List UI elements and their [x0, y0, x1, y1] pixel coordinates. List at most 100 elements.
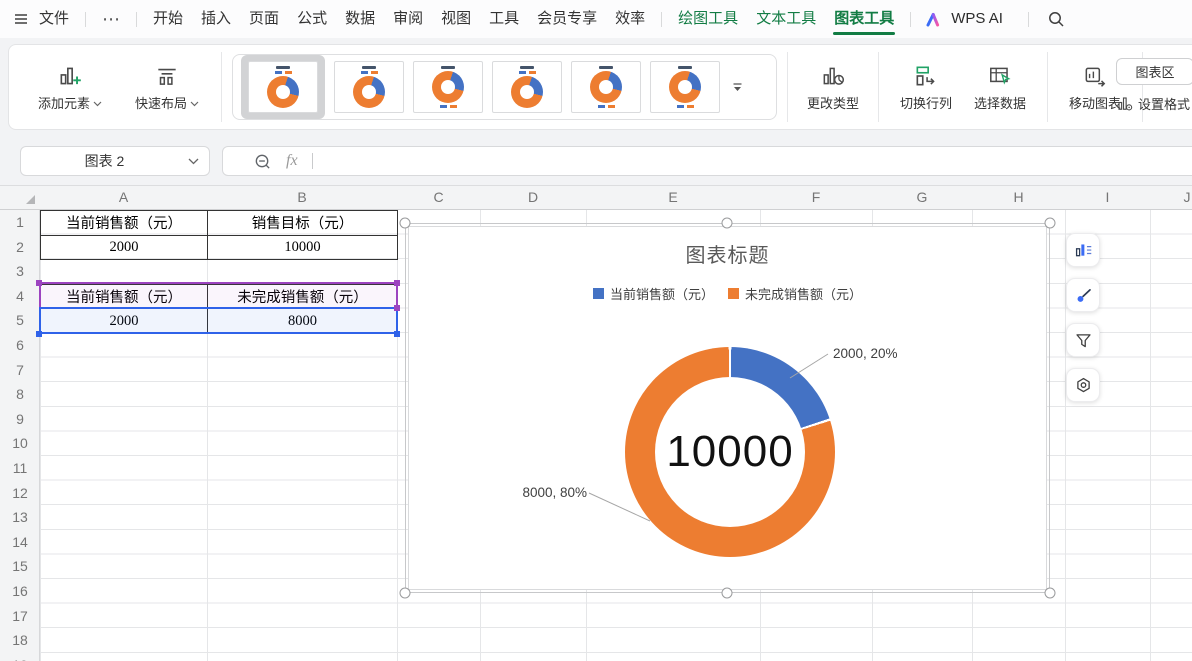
chart-style-4[interactable]: [492, 61, 562, 113]
range-handle[interactable]: [36, 331, 42, 337]
menu-tools[interactable]: 工具: [489, 0, 519, 38]
resize-handle-top-right[interactable]: [1045, 218, 1056, 229]
data-label-orange[interactable]: 8000, 80%: [509, 485, 587, 500]
column-header-a[interactable]: A: [40, 185, 207, 210]
add-element-button[interactable]: 添加元素: [29, 63, 111, 112]
chevron-down-icon: [190, 101, 199, 107]
column-header-h[interactable]: H: [972, 185, 1065, 210]
tab-drawing-tools[interactable]: 绘图工具: [678, 0, 738, 38]
row-header-9[interactable]: 9: [0, 407, 40, 432]
chart-element-select[interactable]: 图表区: [1116, 58, 1192, 85]
chart-title[interactable]: 图表标题: [409, 239, 1046, 268]
row-header-19[interactable]: 19: [0, 653, 40, 661]
name-box[interactable]: 图表 2: [20, 146, 210, 176]
cell-b1[interactable]: 销售目标（元）: [208, 211, 398, 236]
set-format-button[interactable]: 设置格式: [1116, 94, 1192, 113]
column-header-d[interactable]: D: [480, 185, 586, 210]
resize-handle-bottom-right[interactable]: [1045, 588, 1056, 599]
range-handle[interactable]: [394, 280, 400, 286]
legend-item[interactable]: 未完成销售额（元）: [728, 284, 862, 303]
menu-efficiency[interactable]: 效率: [615, 0, 645, 38]
resize-handle-top-mid[interactable]: [722, 218, 733, 229]
row-header-8[interactable]: 8: [0, 382, 40, 407]
row-header-6[interactable]: 6: [0, 333, 40, 358]
column-header-b[interactable]: B: [207, 185, 397, 210]
data-label-blue[interactable]: 2000, 20%: [833, 346, 898, 361]
cell-a1[interactable]: 当前销售额（元）: [41, 211, 208, 236]
wps-ai-button[interactable]: WPS AI: [925, 0, 1003, 38]
chart-style-thumb-selected[interactable]: [241, 55, 325, 119]
search-icon[interactable]: [1046, 9, 1066, 29]
cell-b2[interactable]: 10000: [208, 236, 398, 261]
funnel-icon: [1074, 331, 1093, 350]
formula-input[interactable]: fx: [222, 146, 1192, 176]
resize-handle-bottom-mid[interactable]: [722, 588, 733, 599]
donut-center-value[interactable]: 10000: [666, 427, 793, 477]
row-header-17[interactable]: 17: [0, 604, 40, 629]
tab-text-tools[interactable]: 文本工具: [756, 0, 816, 38]
chart-elements-button[interactable]: [1066, 233, 1100, 267]
chart-style-6[interactable]: [650, 61, 720, 113]
change-type-button[interactable]: 更改类型: [798, 63, 868, 112]
chart-filter-button[interactable]: [1066, 323, 1100, 357]
resize-handle-bottom-left[interactable]: [400, 588, 411, 599]
spreadsheet-grid[interactable]: A B C D E F G H I J 1 2 3 4 5 6 7 8 9 10…: [0, 185, 1192, 661]
gallery-expand-button[interactable]: [731, 81, 744, 94]
hamburger-menu-icon[interactable]: [12, 10, 30, 28]
chart-style-button[interactable]: [1066, 278, 1100, 312]
column-header-f[interactable]: F: [760, 185, 872, 210]
divider: [878, 52, 879, 122]
range-handle[interactable]: [394, 305, 400, 311]
chart-style-2[interactable]: [334, 61, 404, 113]
row-header-4[interactable]: 4: [0, 284, 40, 309]
switch-row-col-button[interactable]: 切换行列: [889, 63, 963, 112]
column-header-c[interactable]: C: [397, 185, 480, 210]
row-header-11[interactable]: 11: [0, 456, 40, 481]
row-header-10[interactable]: 10: [0, 431, 40, 456]
chart-value-range-highlight[interactable]: [39, 307, 398, 334]
row-header-13[interactable]: 13: [0, 505, 40, 530]
row-header-15[interactable]: 15: [0, 554, 40, 579]
zoom-out-icon[interactable]: [253, 152, 272, 171]
chart[interactable]: 图表标题 当前销售额（元） 未完成销售额（元） 10000 2000, 20% …: [408, 226, 1047, 590]
row-header-5[interactable]: 5: [0, 308, 40, 333]
chart-style-3[interactable]: [413, 61, 483, 113]
quick-layout-button[interactable]: 快速布局: [123, 63, 211, 112]
menu-data[interactable]: 数据: [345, 0, 375, 38]
tab-chart-tools[interactable]: 图表工具: [834, 0, 894, 38]
chart-category-range-highlight[interactable]: [39, 282, 398, 309]
menu-member[interactable]: 会员专享: [537, 0, 597, 38]
select-data-button[interactable]: 选择数据: [963, 63, 1037, 112]
row-header-7[interactable]: 7: [0, 358, 40, 383]
row-header-12[interactable]: 12: [0, 481, 40, 506]
chart-legend[interactable]: 当前销售额（元） 未完成销售额（元）: [409, 284, 1046, 303]
menu-page[interactable]: 页面: [249, 0, 279, 38]
menu-file[interactable]: 文件: [39, 0, 69, 38]
chart-style-5[interactable]: [571, 61, 641, 113]
more-menu-button[interactable]: ⋯: [102, 0, 120, 38]
range-handle[interactable]: [36, 280, 42, 286]
column-header-j[interactable]: J: [1150, 185, 1192, 210]
row-header-3[interactable]: 3: [0, 259, 40, 284]
column-header-i[interactable]: I: [1065, 185, 1150, 210]
row-header-1[interactable]: 1: [0, 210, 40, 235]
legend-item[interactable]: 当前销售额（元）: [593, 284, 714, 303]
chart-settings-button[interactable]: [1066, 368, 1100, 402]
resize-handle-top-left[interactable]: [400, 218, 411, 229]
menu-formula[interactable]: 公式: [297, 0, 327, 38]
select-all-corner[interactable]: [26, 195, 35, 204]
menu-insert[interactable]: 插入: [201, 0, 231, 38]
cell-a2[interactable]: 2000: [41, 236, 208, 261]
row-header-16[interactable]: 16: [0, 579, 40, 604]
column-header-g[interactable]: G: [872, 185, 972, 210]
menu-review[interactable]: 审阅: [393, 0, 423, 38]
menu-home[interactable]: 开始: [153, 0, 183, 38]
fx-icon[interactable]: fx: [286, 152, 298, 170]
add-element-label: 添加元素: [38, 96, 90, 112]
menu-view[interactable]: 视图: [441, 0, 471, 38]
row-header-14[interactable]: 14: [0, 530, 40, 555]
row-header-18[interactable]: 18: [0, 628, 40, 653]
row-header-2[interactable]: 2: [0, 235, 40, 260]
column-header-e[interactable]: E: [586, 185, 760, 210]
range-handle[interactable]: [394, 331, 400, 337]
